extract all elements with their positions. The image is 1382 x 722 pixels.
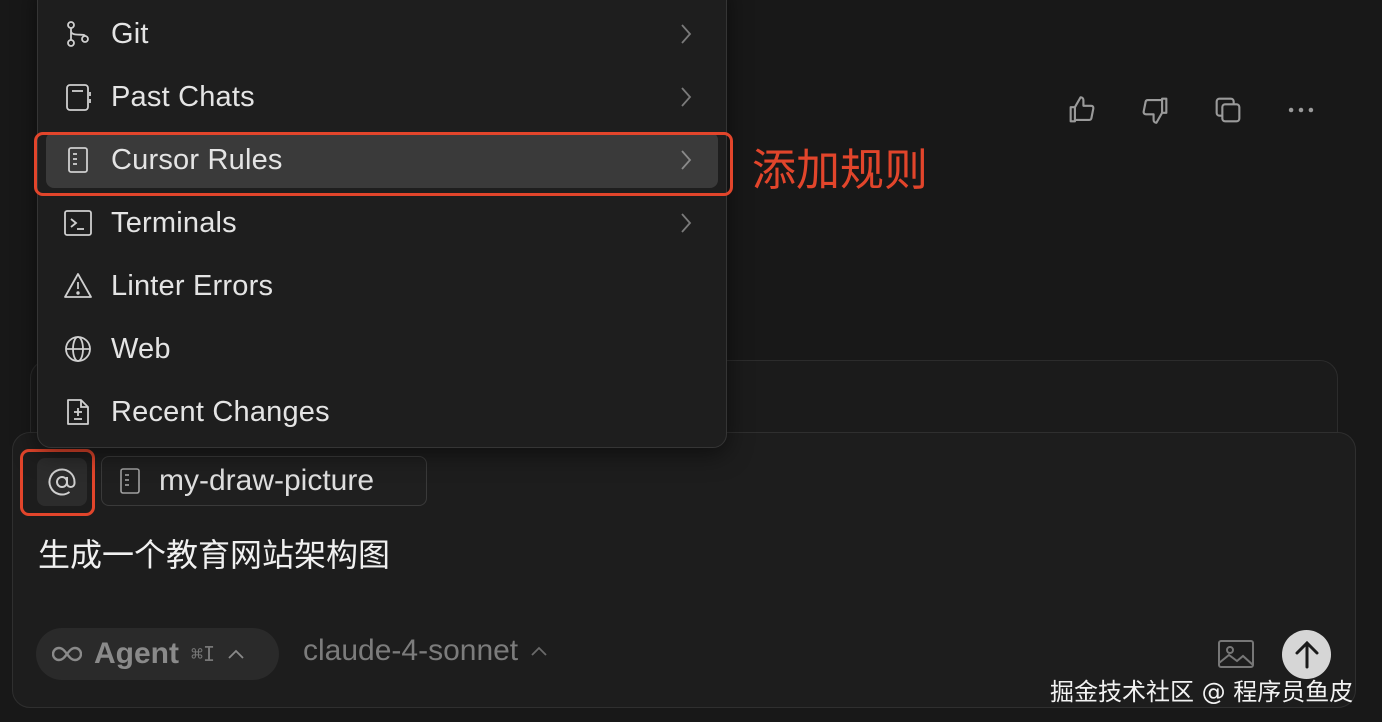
chevron-right-icon (681, 213, 692, 233)
menu-item-label: Recent Changes (111, 395, 330, 428)
annotation-label: 添加规则 (752, 145, 928, 196)
menu-item-linter-errors[interactable]: Linter Errors (46, 258, 718, 314)
context-chip[interactable]: my-draw-picture (101, 456, 427, 506)
chevron-right-icon (681, 87, 692, 107)
menu-item-label: Terminals (111, 206, 237, 239)
menu-item-label: Linter Errors (111, 269, 274, 302)
globe-icon (65, 336, 91, 362)
model-selector[interactable]: claude-4-sonnet (303, 634, 548, 668)
menu-item-label: Web (111, 332, 171, 365)
infinity-icon (52, 646, 82, 662)
menu-item-web[interactable]: Web (46, 321, 718, 377)
menu-item-past-chats[interactable]: Past Chats (46, 69, 718, 125)
copy-icon[interactable] (1208, 90, 1248, 130)
menu-item-recent-changes[interactable]: Recent Changes (46, 384, 718, 440)
menu-item-label: Cursor Rules (111, 143, 283, 176)
notebook-icon (66, 84, 91, 111)
agent-shortcut: ⌘I (191, 642, 216, 666)
rules-file-icon (68, 147, 88, 173)
agent-mode-selector[interactable]: Agent ⌘I (36, 628, 279, 680)
image-upload-button[interactable] (1216, 637, 1256, 671)
menu-item-terminals[interactable]: Terminals (46, 195, 718, 251)
agent-label: Agent (94, 637, 179, 670)
arrow-up-icon (1295, 640, 1318, 668)
mention-button[interactable] (37, 458, 87, 506)
chevron-right-icon (681, 150, 692, 170)
mention-context-menu: Git Past Chats Cursor Rules Terminals Li… (37, 0, 727, 448)
thumbs-down-icon[interactable] (1135, 90, 1175, 130)
prompt-input[interactable]: 生成一个教育网站架构图 (38, 530, 390, 576)
rules-file-icon (120, 468, 140, 494)
thumbs-up-icon[interactable] (1062, 90, 1102, 130)
menu-item-label: Past Chats (111, 80, 255, 113)
chevron-up-icon (228, 649, 244, 659)
diff-file-icon (67, 399, 89, 425)
model-label: claude-4-sonnet (303, 634, 519, 667)
git-branch-icon (67, 21, 89, 47)
watermark: 掘金技术社区 @ 程序员鱼皮 (1050, 678, 1354, 706)
at-sign-icon (48, 468, 76, 496)
terminal-icon (64, 210, 92, 236)
menu-item-label: Git (111, 17, 149, 50)
image-icon (1218, 640, 1254, 668)
chevron-up-icon (531, 646, 547, 656)
menu-item-git[interactable]: Git (46, 6, 718, 62)
warning-icon (64, 273, 92, 298)
chevron-right-icon (681, 24, 692, 44)
context-chip-label: my-draw-picture (159, 464, 375, 497)
message-actions (1062, 90, 1321, 130)
more-icon[interactable] (1281, 90, 1321, 130)
menu-item-cursor-rules[interactable]: Cursor Rules (46, 132, 718, 188)
